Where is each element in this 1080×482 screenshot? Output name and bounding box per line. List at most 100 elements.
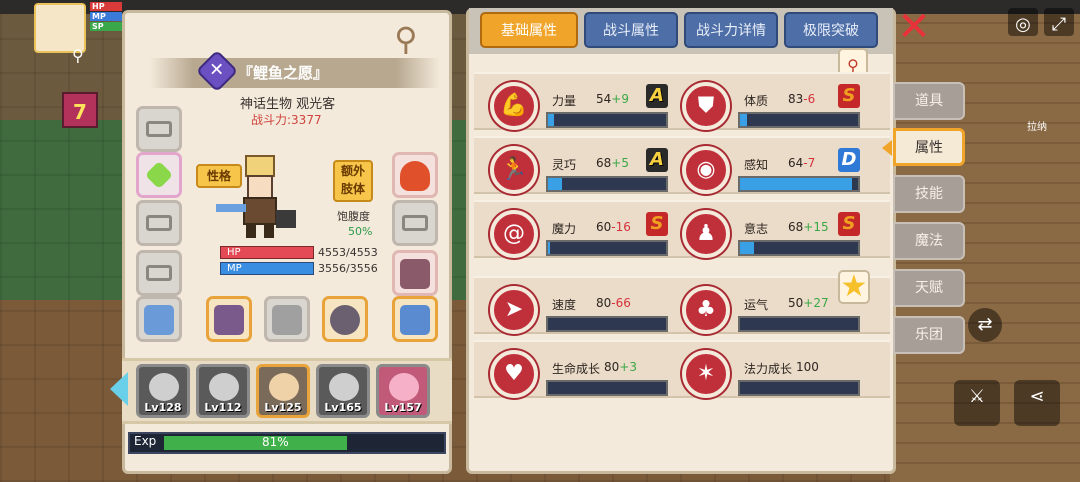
stat-base-value: 68 <box>596 156 612 170</box>
will-icon: ♟ <box>682 210 730 258</box>
team-member-selected[interactable]: Lv125 <box>256 364 310 418</box>
stat-name: 魔力 <box>552 222 577 236</box>
creature-name: 『鲤鱼之愿』 <box>238 64 329 82</box>
creature-power: 战斗力:3377 <box>251 113 322 127</box>
stat-grade-badge: S <box>646 212 668 236</box>
team-member[interactable]: Lv112 <box>196 364 250 418</box>
side-menu-band[interactable]: 乐团 <box>893 316 965 354</box>
member-portrait <box>149 373 179 401</box>
stat-bonus: -6 <box>803 92 816 106</box>
side-menu-talent[interactable]: 天赋 <box>893 269 965 307</box>
stat-name: 运气 <box>744 298 769 312</box>
stat-progress-fill <box>548 114 554 126</box>
level-badge[interactable]: 7 <box>62 92 98 128</box>
satiety-label: 饱腹度 <box>337 210 370 223</box>
expand-icon[interactable]: ⤢ <box>1044 8 1074 36</box>
stat-progress-bar <box>546 176 668 192</box>
team-member[interactable]: Lv128 <box>136 364 190 418</box>
equip-slot-locked[interactable] <box>392 200 438 246</box>
equip-slot-gem[interactable] <box>136 152 182 198</box>
stat-value: 60-16 <box>596 220 631 234</box>
stat-grade-badge: A <box>646 148 668 172</box>
speed-icon: ➤ <box>490 286 538 334</box>
member-level: Lv157 <box>384 401 422 414</box>
side-menu-attributes[interactable]: 属性 <box>893 128 965 166</box>
hanger-icon[interactable]: ⚲ <box>384 20 428 60</box>
stat-progress-bar <box>546 112 668 128</box>
boots-icon <box>400 259 430 289</box>
stat-grade-badge: D <box>838 148 860 172</box>
stat-base-value: 100 <box>796 360 819 374</box>
stat-progress-bar <box>738 176 860 192</box>
equip-slot-locked[interactable] <box>136 250 182 296</box>
stat-progress-fill <box>740 114 748 126</box>
gem-icon <box>144 160 174 190</box>
member-level: Lv165 <box>324 401 362 414</box>
gauntlet-icon <box>272 305 302 335</box>
share-icon[interactable]: ⋖ <box>1014 380 1060 426</box>
hp-value: 4553/4553 <box>318 246 378 259</box>
stat-bonus: -7 <box>803 156 816 170</box>
stat-bonus: +9 <box>611 92 629 106</box>
hud-hp-label: HP <box>90 2 122 11</box>
stat-progress-fill <box>740 242 755 254</box>
running-icon: 🏃 <box>490 146 538 194</box>
star-icon[interactable]: ★ <box>838 270 870 304</box>
stat-progress-bar <box>546 240 668 256</box>
stat-base-value: 50 <box>788 296 804 310</box>
helmet-icon <box>144 305 174 335</box>
extra-limb-button[interactable]: 额外 肢体 <box>333 160 373 202</box>
stat-value: 100 <box>796 360 819 374</box>
body-icon: ⛊ <box>682 82 730 130</box>
eye-icon: ◉ <box>682 146 730 194</box>
life-growth-icon: ♥ <box>490 350 538 398</box>
globe-icon[interactable]: ◎ <box>1008 8 1038 36</box>
equip-slot-stone[interactable] <box>322 296 368 342</box>
team-member[interactable]: Lv165 <box>316 364 370 418</box>
stat-base-value: 64 <box>788 156 804 170</box>
stat-base-value: 80 <box>604 360 620 374</box>
equip-slot-locked[interactable] <box>136 200 182 246</box>
search-icon[interactable]: ⚲ <box>72 46 98 68</box>
tab-basic-attributes[interactable]: 基础属性 <box>480 12 578 48</box>
tab-battle-attributes[interactable]: 战斗属性 <box>584 12 678 48</box>
hud-sp-label: SP <box>90 22 122 31</box>
swap-icon[interactable]: ⇄ <box>968 308 1002 342</box>
stat-name: 体质 <box>744 94 769 108</box>
team-member[interactable]: Lv157 <box>376 364 430 418</box>
sword-icon[interactable]: ⚔ <box>954 380 1000 426</box>
equip-slot-gauntlet-gray[interactable] <box>264 296 310 342</box>
stat-bonus: -16 <box>611 220 631 234</box>
stat-progress-bar <box>738 240 860 256</box>
equip-slot-helmet[interactable] <box>136 296 182 342</box>
mp-value: 3556/3556 <box>318 262 378 275</box>
stat-progress-fill <box>548 178 563 190</box>
team-prev-arrow-icon[interactable] <box>110 372 128 406</box>
equip-slot-locked[interactable] <box>136 106 182 152</box>
stat-base-value: 68 <box>788 220 804 234</box>
tab-limit-break[interactable]: 极限突破 <box>784 12 878 48</box>
member-level: Lv128 <box>144 401 182 414</box>
mp-bar: MP <box>220 262 314 275</box>
satiety-value: 50% <box>348 225 373 238</box>
tab-power-details[interactable]: 战斗力详情 <box>684 12 778 48</box>
close-icon[interactable]: ✕ <box>896 7 932 47</box>
member-portrait <box>389 373 419 401</box>
stat-value: 68+15 <box>788 220 829 234</box>
side-menu-items[interactable]: 道具 <box>893 82 965 120</box>
stat-name: 速度 <box>552 298 577 312</box>
stat-progress-bar <box>738 112 860 128</box>
stat-progress-bar <box>546 380 668 396</box>
stat-grade-badge: S <box>838 212 860 236</box>
equip-slot-fire[interactable] <box>392 152 438 198</box>
player-bars: HP MP SP <box>90 2 122 36</box>
equip-slot-helmet-gold[interactable] <box>392 296 438 342</box>
stat-progress-bar <box>546 316 668 332</box>
member-level: Lv112 <box>204 401 242 414</box>
equip-slot-gauntlet[interactable] <box>206 296 252 342</box>
lock-icon <box>146 215 172 231</box>
stat-value: 54+9 <box>596 92 629 106</box>
equip-slot-boots[interactable] <box>392 250 438 296</box>
side-menu-skills[interactable]: 技能 <box>893 175 965 213</box>
side-menu-magic[interactable]: 魔法 <box>893 222 965 260</box>
